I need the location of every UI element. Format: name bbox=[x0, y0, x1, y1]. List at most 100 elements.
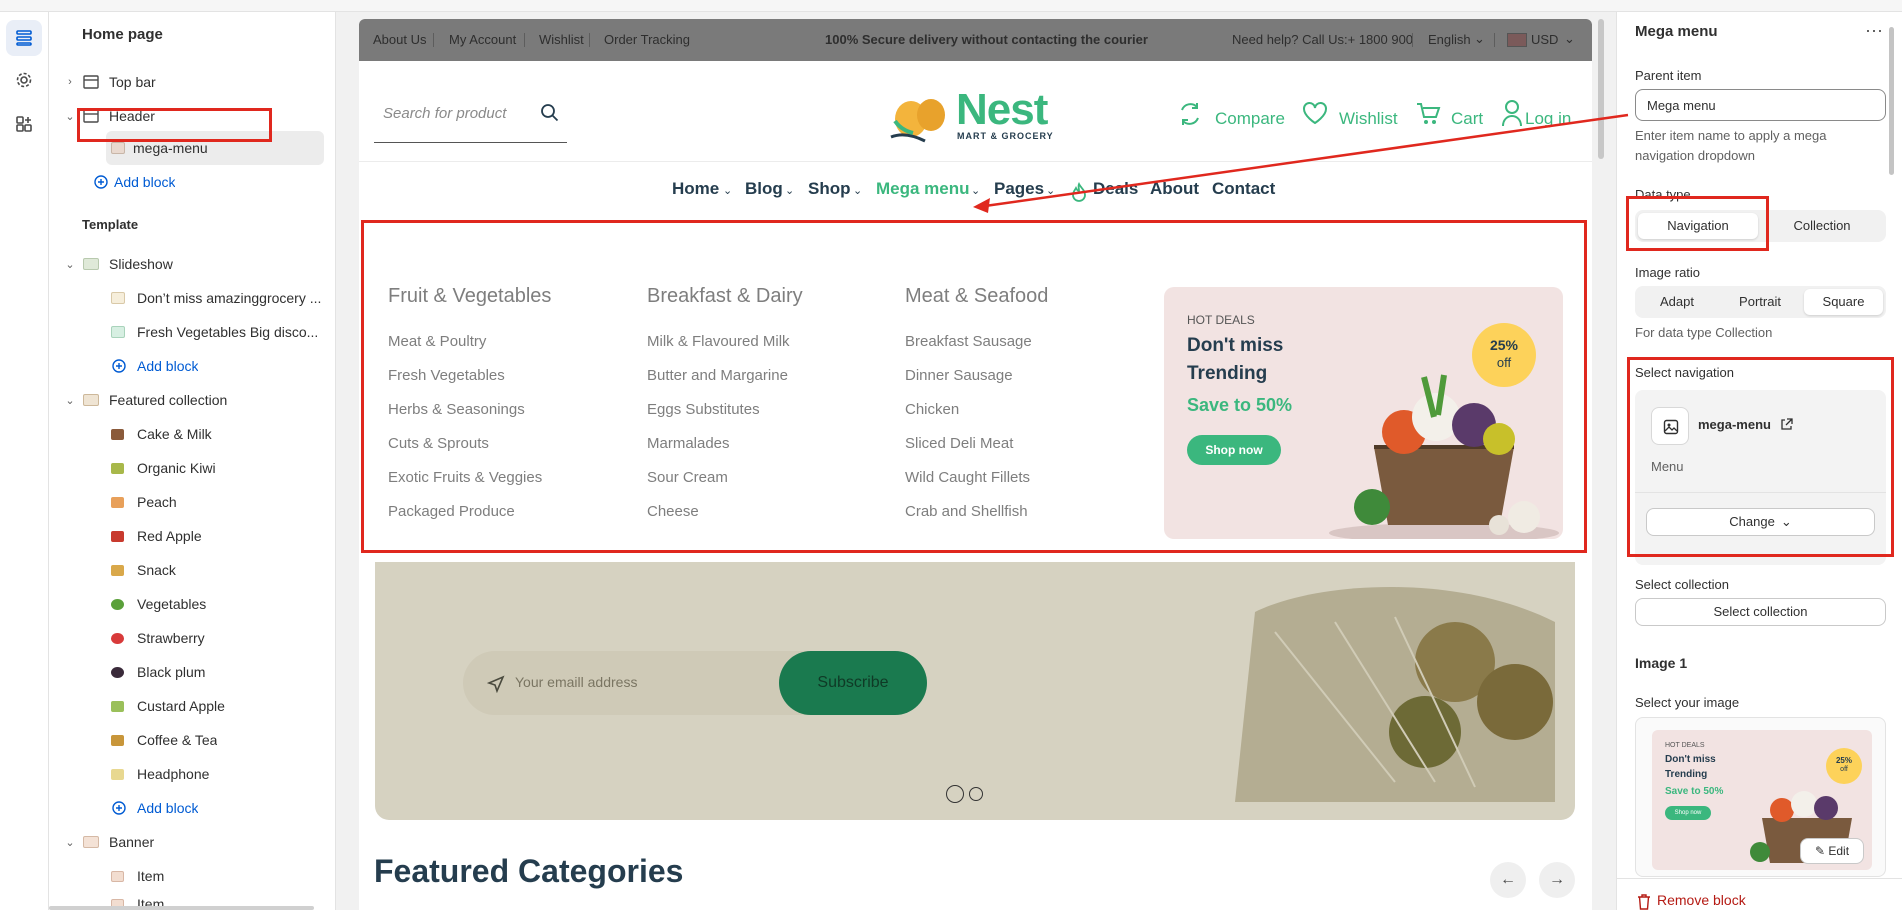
panel-scrollbar[interactable] bbox=[1889, 27, 1894, 175]
data-type-navigation[interactable]: Navigation bbox=[1638, 213, 1758, 239]
topbar-link-wishlist[interactable]: Wishlist bbox=[539, 32, 584, 47]
sections-icon[interactable] bbox=[6, 20, 42, 56]
chevron-down-icon[interactable]: ⌄ bbox=[63, 835, 77, 849]
preview-scrollbar[interactable] bbox=[1598, 19, 1604, 159]
mega-column-heading[interactable]: Fruit & Vegetables bbox=[388, 285, 551, 308]
tree-item-block[interactable]: Black plum bbox=[49, 656, 329, 688]
external-link-icon[interactable] bbox=[1780, 418, 1793, 431]
heart-icon[interactable] bbox=[1302, 101, 1328, 125]
cart-link[interactable]: Cart bbox=[1451, 109, 1483, 129]
data-type-collection[interactable]: Collection bbox=[1762, 213, 1882, 239]
subscribe-button[interactable]: Subscribe bbox=[779, 651, 927, 715]
user-icon[interactable] bbox=[1501, 99, 1523, 127]
nav-item-pages[interactable]: Pages bbox=[994, 179, 1044, 199]
add-block-button[interactable]: Add block bbox=[49, 792, 329, 824]
add-block-button[interactable]: Add block bbox=[49, 350, 329, 382]
mega-menu-link[interactable]: Cuts & Sprouts bbox=[388, 435, 489, 452]
tree-item-banner[interactable]: ⌄ Banner bbox=[49, 826, 329, 858]
search-icon[interactable] bbox=[540, 103, 560, 123]
product-search-input[interactable]: Search for product bbox=[383, 105, 506, 122]
tree-item-block[interactable]: Organic Kiwi bbox=[49, 452, 329, 484]
mega-menu-link[interactable]: Butter and Margarine bbox=[647, 367, 788, 384]
tree-item-top-bar[interactable]: › Top bar bbox=[49, 66, 329, 98]
language-selector[interactable]: English bbox=[1428, 32, 1471, 47]
mega-menu-link[interactable]: Herbs & Seasonings bbox=[388, 401, 525, 418]
mega-menu-link[interactable]: Wild Caught Fillets bbox=[905, 469, 1030, 486]
currency-selector[interactable]: USD bbox=[1531, 32, 1558, 47]
mega-menu-link[interactable]: Milk & Flavoured Milk bbox=[647, 333, 790, 350]
wishlist-link[interactable]: Wishlist bbox=[1339, 109, 1398, 129]
parent-item-input[interactable]: Mega menu bbox=[1635, 89, 1886, 121]
mega-menu-link[interactable]: Eggs Substitutes bbox=[647, 401, 760, 418]
chevron-down-icon[interactable]: ⌄ bbox=[63, 257, 77, 271]
nav-item-mega-menu[interactable]: Mega menu bbox=[876, 179, 970, 199]
tree-item-block[interactable]: Coffee & Tea bbox=[49, 724, 329, 756]
mega-menu-link[interactable]: Dinner Sausage bbox=[905, 367, 1013, 384]
topbar-link-tracking[interactable]: Order Tracking bbox=[604, 32, 690, 47]
tree-item-block[interactable]: Vegetables bbox=[49, 588, 329, 620]
remove-block-button[interactable]: Remove block bbox=[1657, 892, 1746, 908]
trash-icon[interactable] bbox=[1637, 894, 1651, 910]
mega-menu-link[interactable]: Cheese bbox=[647, 503, 699, 520]
arrow-right-icon[interactable]: → bbox=[1539, 862, 1575, 898]
nav-item-contact[interactable]: Contact bbox=[1212, 179, 1275, 199]
mega-menu-link[interactable]: Fresh Vegetables bbox=[388, 367, 505, 384]
mega-menu-link[interactable]: Packaged Produce bbox=[388, 503, 515, 520]
theme-settings-gear-icon[interactable] bbox=[6, 62, 42, 98]
navigation-menu-name[interactable]: mega-menu bbox=[1698, 417, 1771, 432]
mega-column-heading[interactable]: Breakfast & Dairy bbox=[647, 285, 803, 308]
mega-column-heading[interactable]: Meat & Seafood bbox=[905, 285, 1048, 308]
add-block-button[interactable]: Add block bbox=[49, 166, 329, 198]
image-ratio-adapt[interactable]: Adapt bbox=[1638, 289, 1716, 315]
tree-item-block[interactable]: Cake & Milk bbox=[49, 418, 329, 450]
tree-item-header[interactable]: ⌄ Header bbox=[49, 100, 329, 132]
mega-menu-link[interactable]: Marmalades bbox=[647, 435, 730, 452]
image-preview-card[interactable]: HOT DEALS Don't miss Trending Save to 50… bbox=[1635, 717, 1886, 877]
arrow-left-icon[interactable]: ← bbox=[1490, 862, 1526, 898]
slide-dot[interactable] bbox=[969, 787, 983, 801]
select-collection-button[interactable]: Select collection bbox=[1635, 598, 1886, 626]
tree-item-block[interactable]: Headphone bbox=[49, 758, 329, 790]
tree-item-block[interactable]: Red Apple bbox=[49, 520, 329, 552]
nav-item-blog[interactable]: Blog bbox=[745, 179, 783, 199]
tree-item-slide-2[interactable]: Fresh Vegetables Big disco... bbox=[49, 316, 329, 348]
tree-item-block[interactable]: Custard Apple bbox=[49, 690, 329, 722]
chevron-down-icon[interactable]: ⌄ bbox=[63, 393, 77, 407]
topbar-link-account[interactable]: My Account bbox=[449, 32, 516, 47]
image-ratio-portrait[interactable]: Portrait bbox=[1721, 289, 1799, 315]
store-logo-name[interactable]: Nest bbox=[956, 85, 1048, 135]
edit-image-button[interactable]: ✎ Edit bbox=[1800, 838, 1864, 864]
nav-item-home[interactable]: Home bbox=[672, 179, 719, 199]
tree-item-block[interactable]: Snack bbox=[49, 554, 329, 586]
change-navigation-button[interactable]: Change ⌄ bbox=[1646, 508, 1875, 536]
nav-item-deals[interactable]: Deals bbox=[1093, 179, 1138, 199]
mega-menu-link[interactable]: Sliced Deli Meat bbox=[905, 435, 1013, 452]
compare-link[interactable]: Compare bbox=[1215, 109, 1285, 129]
tree-item-mega-menu[interactable]: mega-menu bbox=[49, 132, 329, 164]
mega-menu-link[interactable]: Sour Cream bbox=[647, 469, 728, 486]
cart-icon[interactable] bbox=[1415, 101, 1441, 127]
tree-item-block[interactable]: Peach bbox=[49, 486, 329, 518]
compare-icon[interactable] bbox=[1177, 101, 1203, 127]
more-options-icon[interactable]: ··· bbox=[1865, 20, 1883, 41]
app-embeds-icon[interactable] bbox=[6, 106, 42, 142]
mega-menu-link[interactable]: Chicken bbox=[905, 401, 959, 418]
chevron-down-icon[interactable]: ⌄ bbox=[63, 109, 77, 123]
mega-menu-link[interactable]: Crab and Shellfish bbox=[905, 503, 1028, 520]
horizontal-scrollbar[interactable] bbox=[49, 906, 314, 910]
login-link[interactable]: Log in bbox=[1525, 109, 1571, 129]
mega-menu-link[interactable]: Meat & Poultry bbox=[388, 333, 486, 350]
chevron-right-icon[interactable]: › bbox=[63, 75, 77, 89]
hot-deals-promo-banner[interactable]: HOT DEALS Don't miss Trending Save to 50… bbox=[1164, 287, 1563, 539]
tree-item-slideshow[interactable]: ⌄ Slideshow bbox=[49, 248, 329, 280]
image-ratio-square[interactable]: Square bbox=[1804, 289, 1883, 315]
tree-item-slide-1[interactable]: Don’t miss amazinggrocery ... bbox=[49, 282, 329, 314]
shop-now-button[interactable]: Shop now bbox=[1187, 435, 1281, 465]
tree-item-block[interactable]: Strawberry bbox=[49, 622, 329, 654]
nav-item-about[interactable]: About bbox=[1150, 179, 1199, 199]
mega-menu-link[interactable]: Exotic Fruits & Veggies bbox=[388, 469, 542, 486]
nav-item-shop[interactable]: Shop bbox=[808, 179, 851, 199]
tree-item-featured-collection[interactable]: ⌄ Featured collection bbox=[49, 384, 329, 416]
mega-menu-link[interactable]: Breakfast Sausage bbox=[905, 333, 1032, 350]
slide-dot-active[interactable] bbox=[946, 785, 964, 803]
